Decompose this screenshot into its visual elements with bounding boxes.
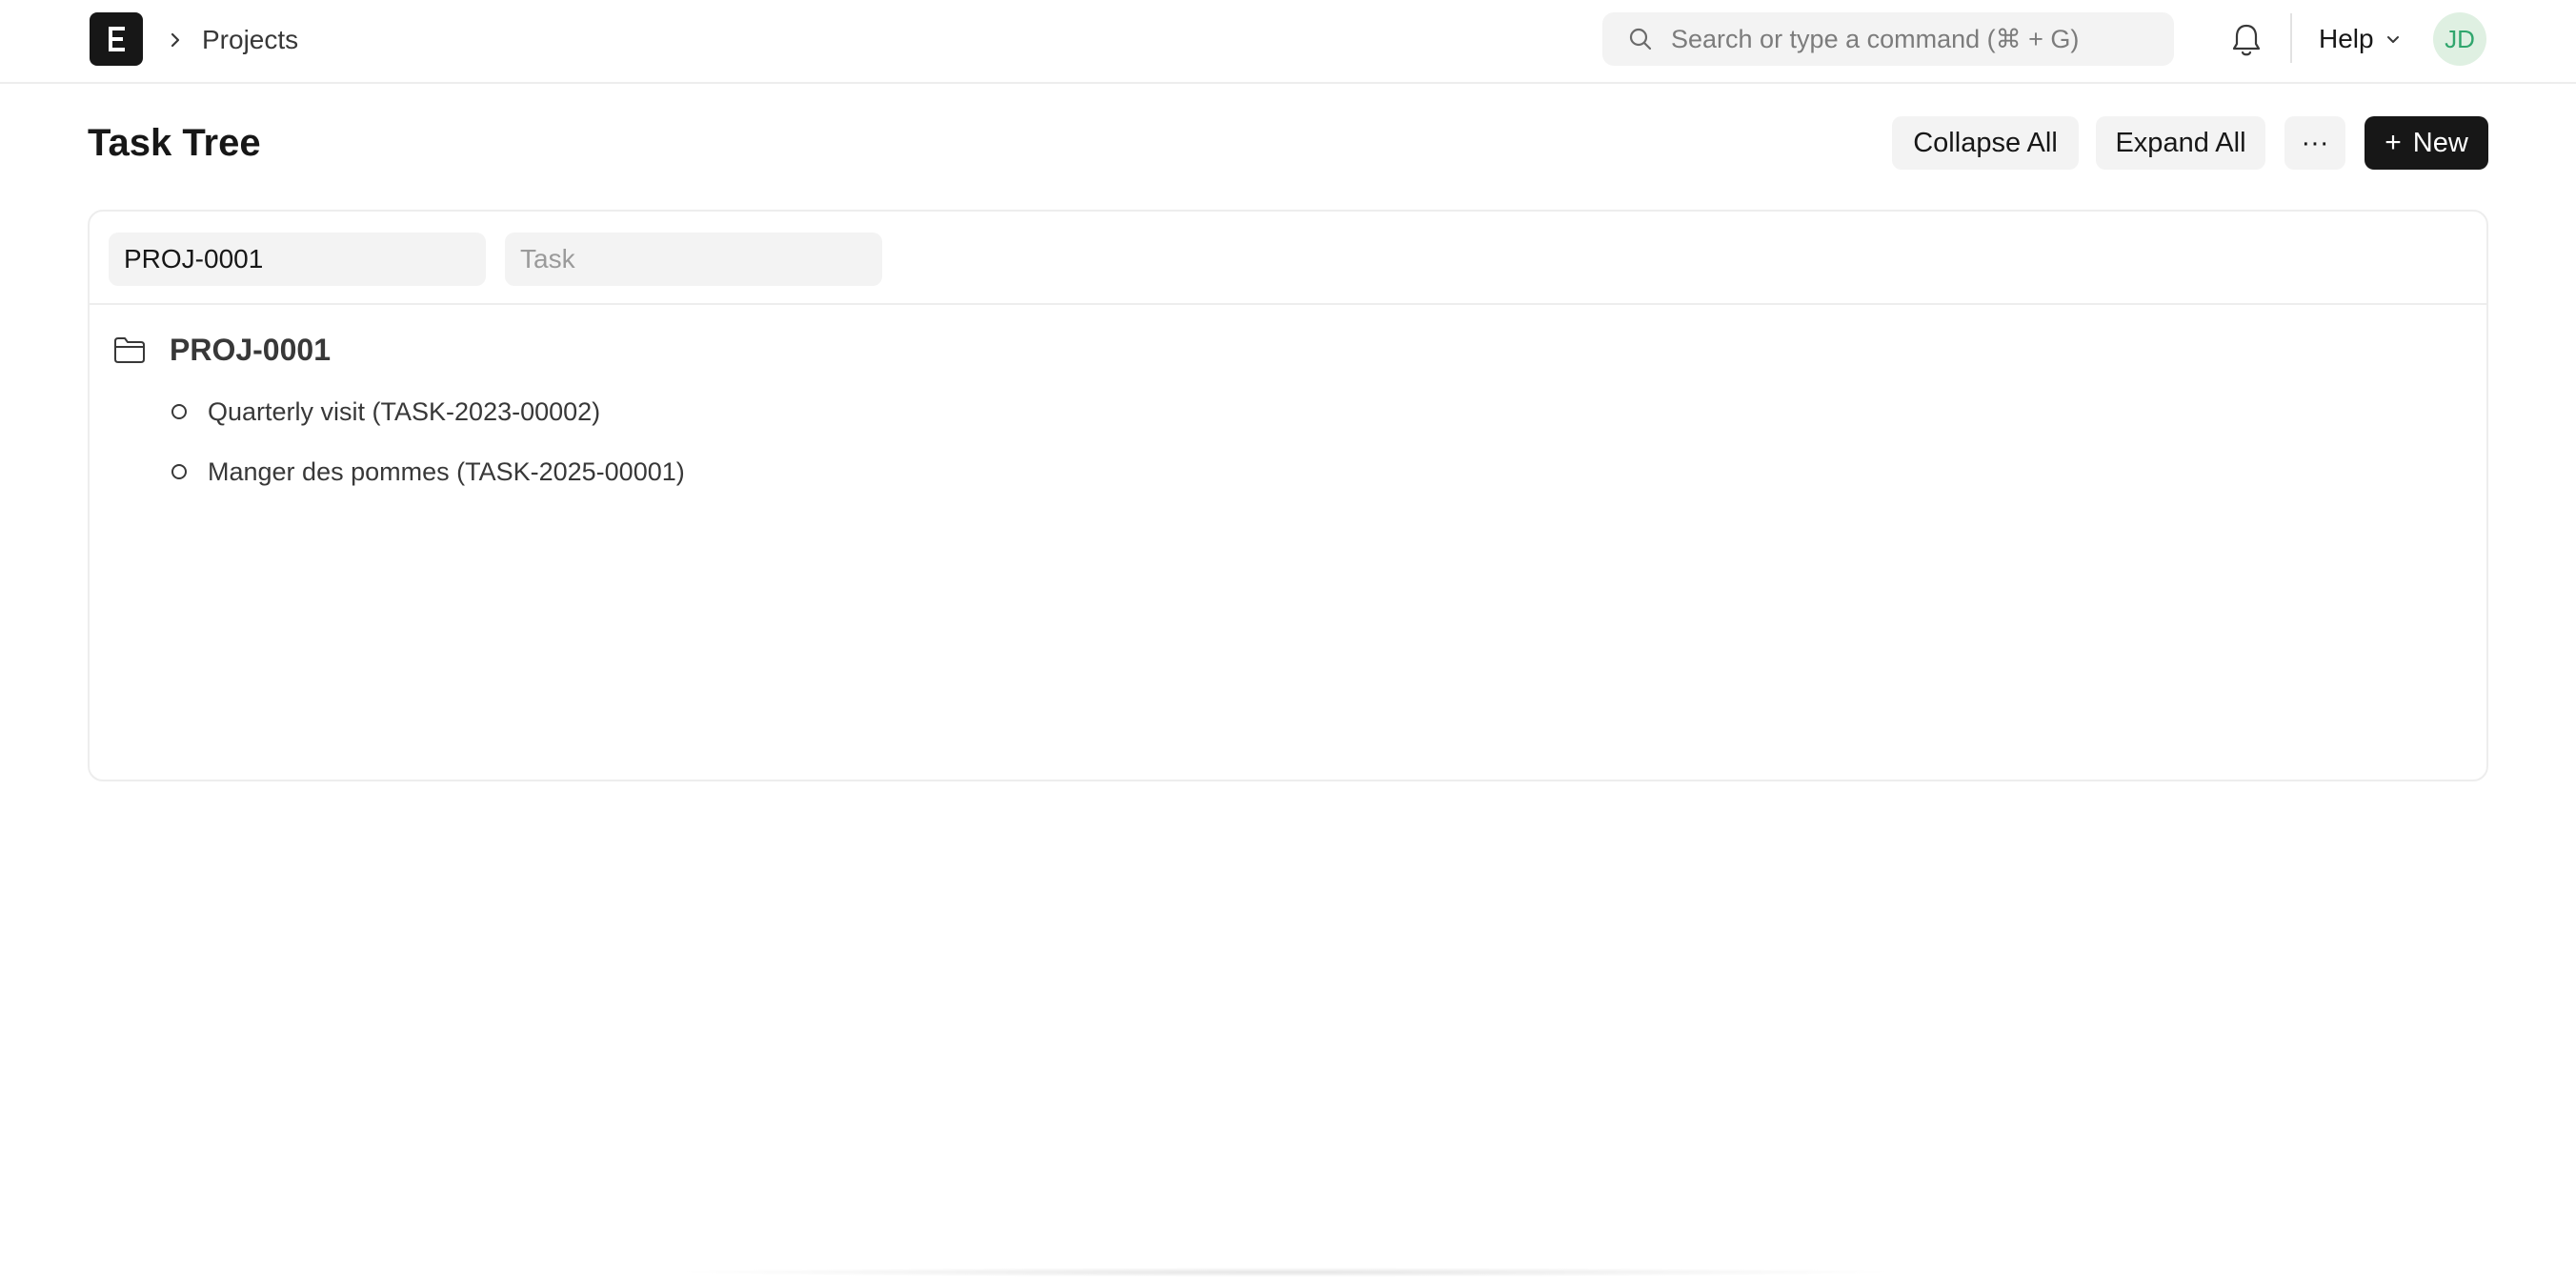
node-dot-icon [171,404,187,419]
new-button[interactable]: + New [2365,116,2488,170]
collapse-all-button[interactable]: Collapse All [1892,116,2079,170]
new-button-label: New [2412,127,2468,158]
search-input[interactable] [1671,20,2157,58]
search-bar[interactable] [1602,12,2174,66]
project-filter-input[interactable] [109,233,486,286]
bottom-shadow [667,1267,1905,1277]
chevron-down-icon [2386,36,2399,43]
tree-node-label: Manger des pommes (TASK-2025-00001) [208,456,685,486]
navbar-divider [2290,13,2292,63]
page-title: Task Tree [88,122,261,164]
breadcrumb-projects[interactable]: Projects [202,21,298,59]
navbar: Projects Help JD [0,0,2576,84]
task-filter-input[interactable] [505,233,882,286]
tree-root-label: PROJ-0001 [170,332,331,367]
app-logo[interactable] [90,12,143,66]
help-label: Help [2319,24,2374,53]
more-actions-button[interactable]: ··· [2284,116,2345,170]
tree-root-node[interactable]: PROJ-0001 [112,326,331,374]
notification-bell-icon[interactable] [2229,21,2264,59]
erpnext-logo-icon [109,27,125,51]
breadcrumb-chevron-icon [171,32,180,48]
tree-node[interactable]: Manger des pommes (TASK-2025-00001) [171,453,685,491]
folder-icon [114,337,145,363]
tree-node-label: Quarterly visit (TASK-2023-00002) [208,396,601,426]
tree-node[interactable]: Quarterly visit (TASK-2023-00002) [171,393,600,431]
filter-bar [90,212,2486,305]
expand-all-button[interactable]: Expand All [2096,116,2265,170]
plus-icon: + [2385,127,2402,158]
tree-card: PROJ-0001 Quarterly visit (TASK-2023-000… [88,210,2488,781]
node-dot-icon [171,464,187,479]
help-dropdown[interactable]: Help [2319,19,2403,59]
search-icon [1629,28,1652,51]
user-avatar[interactable]: JD [2433,12,2486,66]
